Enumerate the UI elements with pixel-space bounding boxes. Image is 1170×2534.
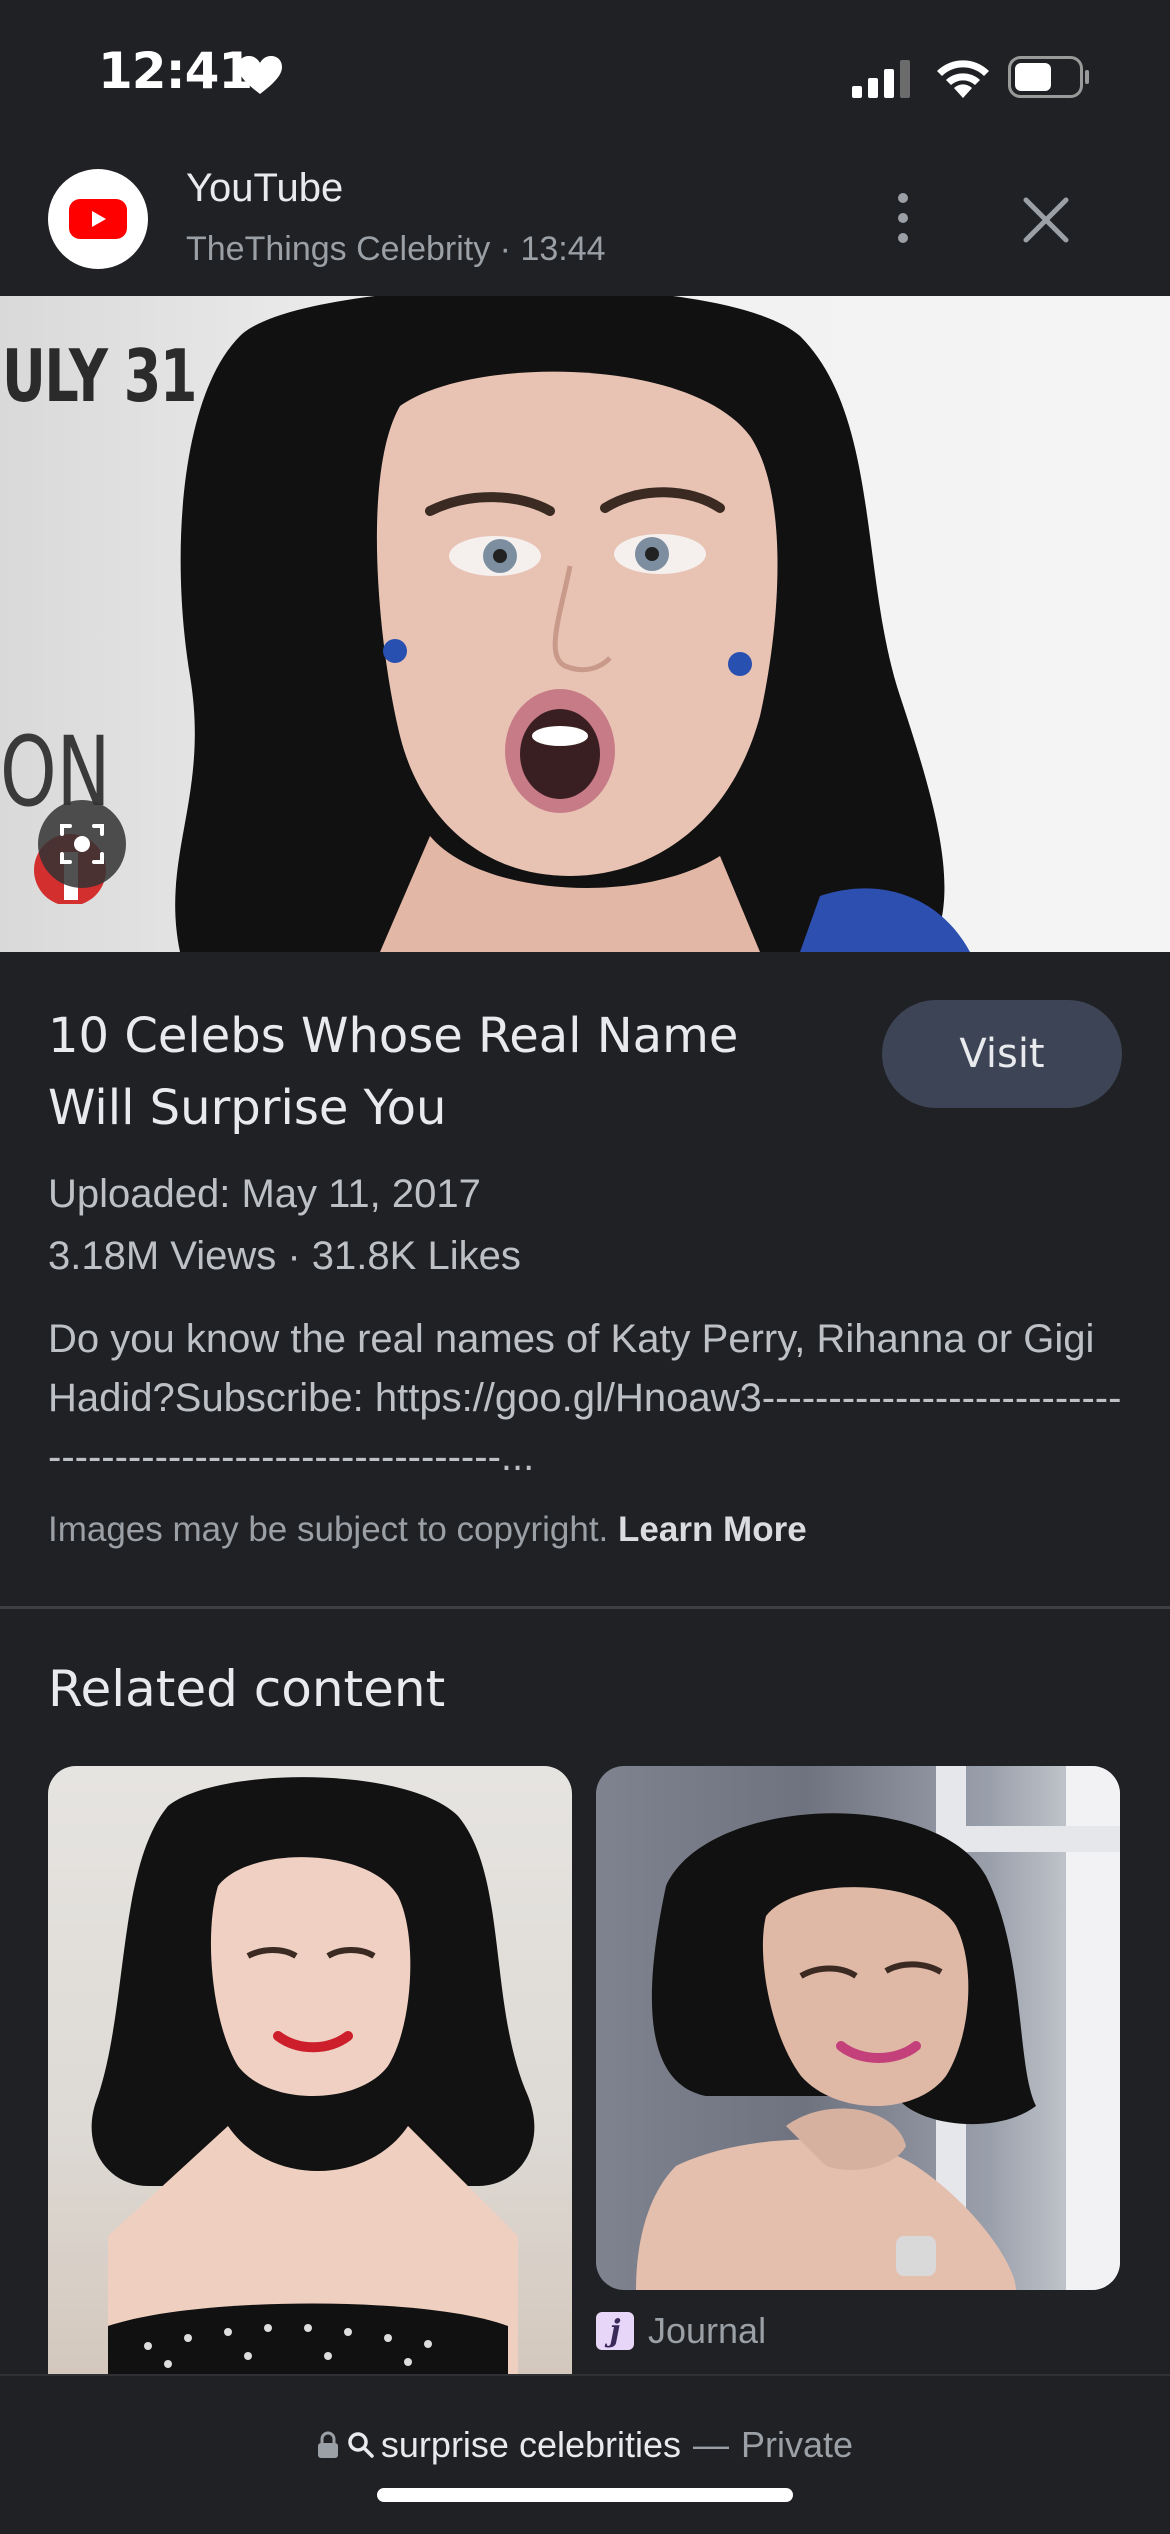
related-image-2 bbox=[636, 1766, 1120, 2290]
youtube-logo-icon bbox=[48, 169, 148, 269]
status-bar: 12:41 bbox=[0, 0, 1170, 150]
result-title: 10 Celebs Whose Real Name Will Surprise … bbox=[48, 1008, 739, 1136]
related-heading: Related content bbox=[48, 1660, 446, 1718]
result-description: Do you know the real names of Katy Perry… bbox=[48, 1317, 1122, 1479]
bottom-address-bar[interactable]: surprise celebrities — Private bbox=[0, 2374, 1170, 2534]
source-label: Journal bbox=[648, 2310, 767, 2351]
lock-icon bbox=[317, 2431, 338, 2458]
hero-photo bbox=[175, 296, 970, 952]
private-mode-label: Private bbox=[741, 2424, 854, 2465]
heart-icon bbox=[238, 56, 282, 94]
search-query-row[interactable]: surprise celebrities — Private bbox=[0, 2424, 1170, 2466]
copyright-notice: Images may be subject to copyright. Lear… bbox=[48, 1510, 807, 1550]
view-stats: 3.18M Views · 31.8K Likes bbox=[48, 1234, 521, 1278]
visit-button[interactable]: Visit bbox=[882, 1000, 1122, 1108]
home-indicator[interactable] bbox=[377, 2488, 793, 2502]
source-name[interactable]: YouTube bbox=[186, 166, 343, 211]
lens-icon[interactable] bbox=[30, 800, 134, 904]
copyright-text: Images may be subject to copyright. bbox=[48, 1510, 609, 1549]
battery-icon bbox=[1008, 56, 1089, 98]
result-image[interactable]: ULY 31 ON bbox=[0, 296, 1170, 952]
result-header: YouTube TheThings Celebrity · 13:44 bbox=[0, 150, 1170, 296]
related-card-1[interactable] bbox=[48, 1766, 572, 2376]
related-card-2-source[interactable]: j Journal bbox=[596, 2310, 766, 2352]
section-divider bbox=[0, 1606, 1170, 1609]
journal-icon: j bbox=[596, 2312, 634, 2350]
upload-date: Uploaded: May 11, 2017 bbox=[48, 1172, 481, 1216]
separator-text: — bbox=[693, 2424, 730, 2465]
search-icon bbox=[348, 2432, 374, 2458]
signal-icon bbox=[852, 60, 910, 98]
status-time: 12:41 bbox=[98, 42, 253, 100]
search-query-text: surprise celebrities bbox=[380, 2424, 682, 2465]
related-card-2[interactable] bbox=[596, 1766, 1120, 2290]
wifi-icon bbox=[937, 60, 989, 98]
related-image-1 bbox=[91, 1777, 535, 2376]
source-subtitle: TheThings Celebrity · 13:44 bbox=[186, 230, 606, 268]
close-icon[interactable] bbox=[1020, 194, 1072, 246]
more-vert-icon[interactable] bbox=[880, 188, 926, 248]
learn-more-link[interactable]: Learn More bbox=[618, 1510, 807, 1549]
